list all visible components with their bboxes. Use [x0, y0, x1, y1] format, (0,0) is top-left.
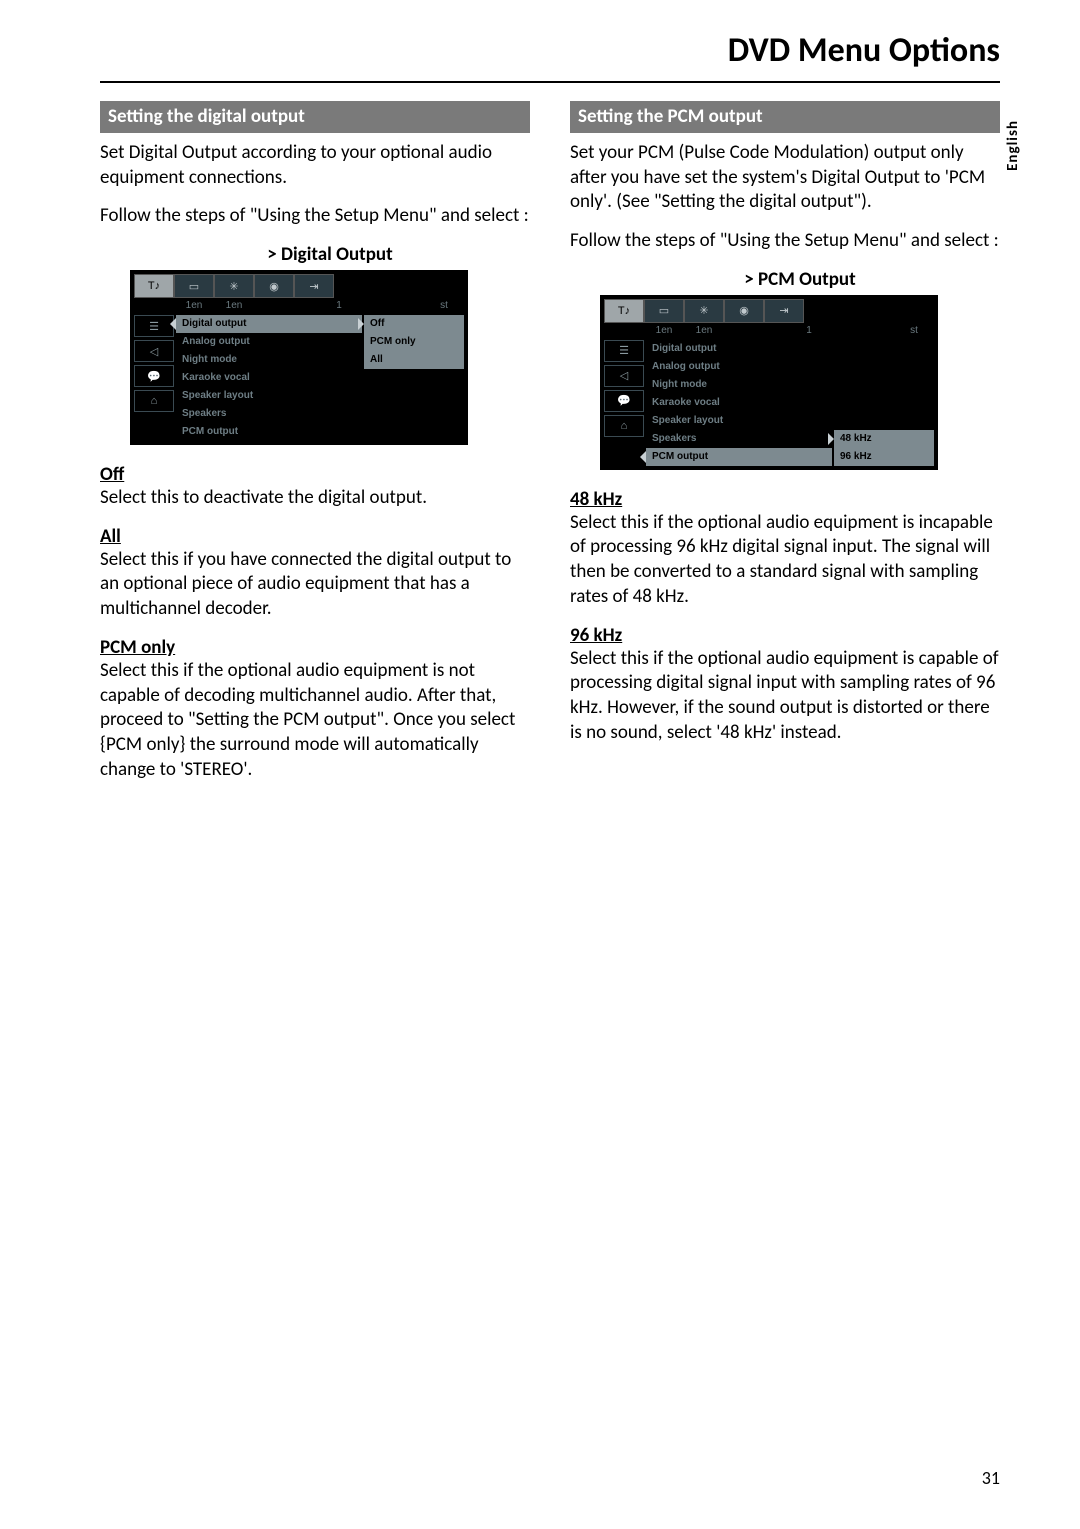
osd-menu-item: PCM output [646, 448, 832, 466]
osd-side-icon: ☰ [604, 340, 644, 362]
horizontal-rule [100, 81, 1000, 83]
paragraph: Follow the steps of "Using the Setup Men… [100, 204, 530, 229]
osd-side-icon: ⌂ [134, 390, 174, 412]
osd-side-icon: ◁ [134, 340, 174, 362]
section-heading-pcm-output: Setting the PCM output [570, 101, 1000, 133]
osd-menu-item: PCM output [176, 423, 362, 441]
option-description: Select this to deactivate the digital ou… [100, 486, 530, 511]
osd-tab-icon: ✳ [684, 299, 724, 323]
osd-tab-icon: ⇥ [764, 299, 804, 323]
osd-menu-item: Digital output [646, 340, 832, 358]
osd-side-icon: 💬 [604, 390, 644, 412]
osd-value-spacer [834, 394, 934, 412]
osd-value-spacer [834, 358, 934, 376]
osd-tab-icon: ◉ [254, 274, 294, 298]
osd-value-spacer [834, 412, 934, 430]
osd-sub-label: 1en [644, 323, 684, 338]
osd-menu-item: Speakers [176, 405, 362, 423]
option-description: Select this if the optional audio equipm… [570, 511, 1000, 610]
osd-tab-icon: ⇥ [294, 274, 334, 298]
osd-menu-item: Speaker layout [646, 412, 832, 430]
section-heading-digital-output: Setting the digital output [100, 101, 530, 133]
option-description: Select this if the optional audio equipm… [100, 659, 530, 782]
osd-screen: T♪ ▭ ✳ ◉ ⇥ 1en 1en 1 st [130, 270, 468, 445]
page-number: 31 [982, 1467, 1000, 1489]
option-heading-off: Off [100, 463, 530, 486]
osd-figure-digital-output: > Digital Output T♪ ▭ ✳ ◉ ⇥ 1en 1en 1 [130, 243, 530, 445]
osd-menu-item: Night mode [646, 376, 832, 394]
language-tab: English [1004, 120, 1022, 171]
osd-tab-icon: T♪ [134, 274, 174, 298]
osd-sub-label: 1en [684, 323, 724, 338]
two-column-layout: Setting the digital output Set Digital O… [100, 101, 1000, 796]
paragraph: Set your PCM (Pulse Code Modulation) out… [570, 141, 1000, 215]
right-column: Setting the PCM output Set your PCM (Pul… [570, 101, 1000, 796]
osd-menu-item: Analog output [176, 333, 362, 351]
osd-value-item: 48 kHz [834, 430, 934, 448]
osd-caption: > Digital Output [130, 243, 530, 266]
osd-sub-label: 1en [214, 298, 254, 313]
osd-tab-icon: ▭ [174, 274, 214, 298]
osd-menu-item: Speaker layout [176, 387, 362, 405]
option-heading-all: All [100, 525, 530, 548]
osd-menu-item: Night mode [176, 351, 362, 369]
option-description: Select this if the optional audio equipm… [570, 647, 1000, 746]
osd-menu-item: Karaoke vocal [176, 369, 362, 387]
option-description: Select this if you have connected the di… [100, 548, 530, 622]
left-column: Setting the digital output Set Digital O… [100, 101, 530, 796]
osd-sub-label: 1en [174, 298, 214, 313]
osd-tab-icon: T♪ [604, 299, 644, 323]
osd-sub-label: 1 [254, 298, 424, 313]
option-heading-48khz: 48 kHz [570, 488, 1000, 511]
osd-menu-item: Speakers [646, 430, 832, 448]
osd-tab-icon: ▭ [644, 299, 684, 323]
osd-sub-label: st [894, 323, 934, 338]
osd-tab-icon: ✳ [214, 274, 254, 298]
osd-figure-pcm-output: > PCM Output T♪ ▭ ✳ ◉ ⇥ 1en 1en 1 st [600, 268, 1000, 470]
osd-side-icon: 💬 [134, 365, 174, 387]
osd-value-item: PCM only [364, 333, 464, 351]
page-title: DVD Menu Options [100, 30, 1000, 71]
osd-menu-item: Digital output [176, 315, 362, 333]
osd-side-icon: ◁ [604, 365, 644, 387]
osd-tab-icon: ◉ [724, 299, 764, 323]
option-heading-96khz: 96 kHz [570, 624, 1000, 647]
osd-sub-label: 1 [724, 323, 894, 338]
osd-sub-label: st [424, 298, 464, 313]
osd-caption: > PCM Output [600, 268, 1000, 291]
paragraph: Set Digital Output according to your opt… [100, 141, 530, 190]
manual-page: DVD Menu Options English Setting the dig… [0, 0, 1080, 1529]
option-heading-pcm-only: PCM only [100, 636, 530, 659]
osd-screen: T♪ ▭ ✳ ◉ ⇥ 1en 1en 1 st [600, 295, 938, 470]
osd-value-spacer [834, 340, 934, 358]
osd-side-icon: ☰ [134, 315, 174, 337]
osd-value-spacer [834, 376, 934, 394]
osd-side-icon: ⌂ [604, 415, 644, 437]
osd-value-item: Off [364, 315, 464, 333]
osd-value-item: 96 kHz [834, 448, 934, 466]
paragraph: Follow the steps of "Using the Setup Men… [570, 229, 1000, 254]
osd-value-item: All [364, 351, 464, 369]
osd-menu-item: Karaoke vocal [646, 394, 832, 412]
osd-menu-item: Analog output [646, 358, 832, 376]
